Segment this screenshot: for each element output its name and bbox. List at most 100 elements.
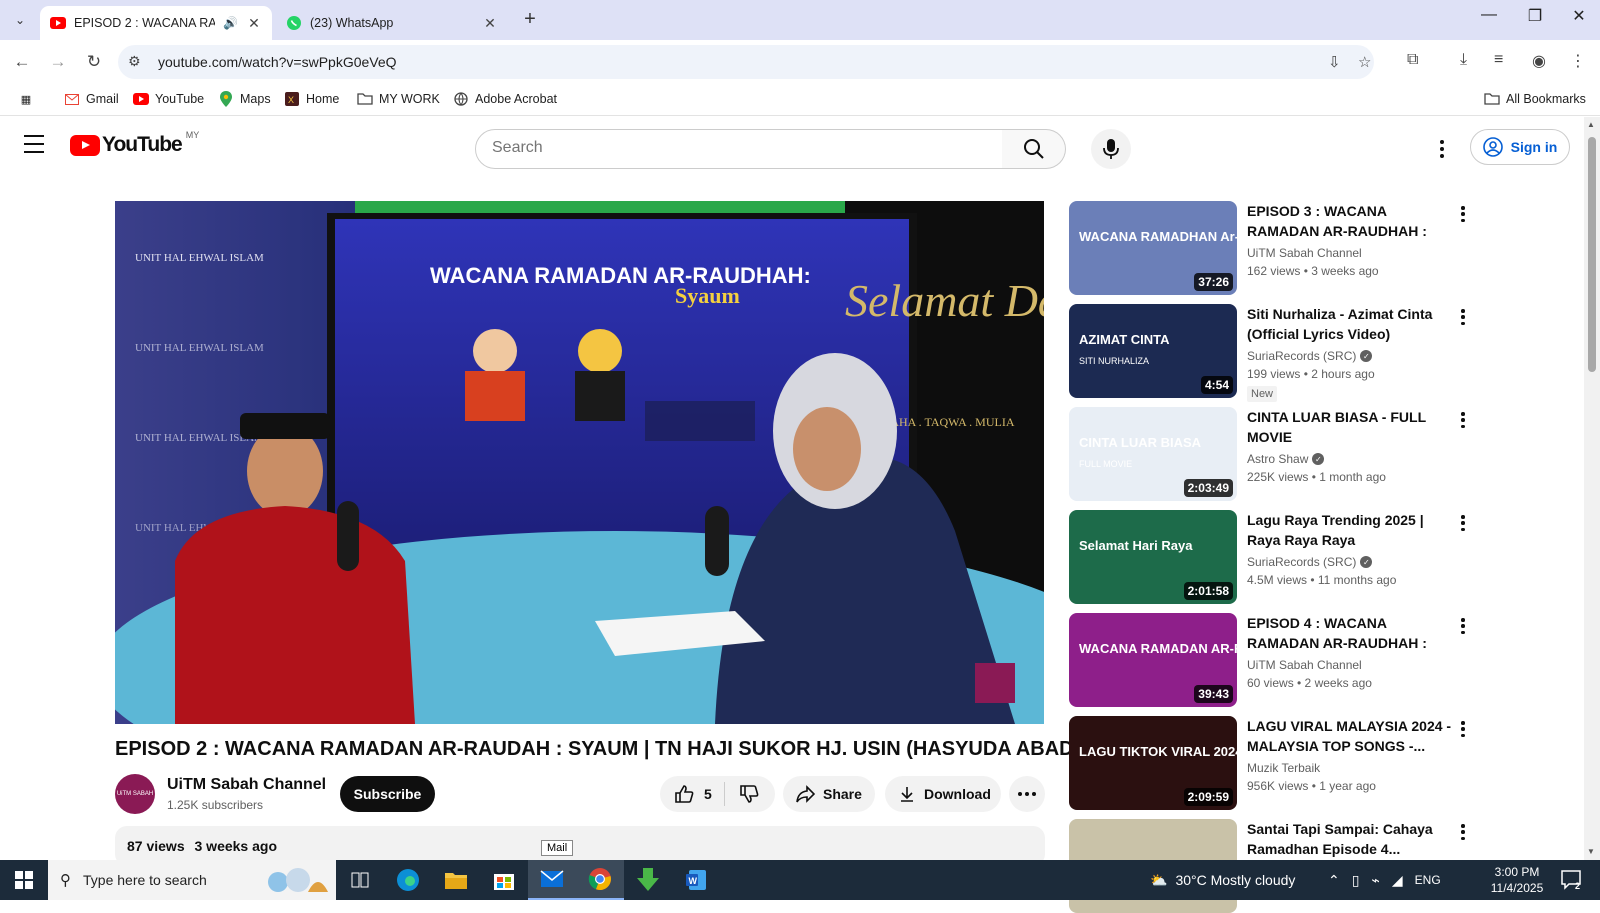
recommendation-menu-icon[interactable] xyxy=(1455,205,1471,223)
sign-in-button[interactable]: Sign in xyxy=(1470,129,1570,165)
chrome-menu-icon[interactable]: ⋮ xyxy=(1570,51,1586,71)
apps-grid-icon[interactable]: ▦ xyxy=(18,91,34,107)
search-button[interactable] xyxy=(1002,129,1066,169)
scroll-down-arrow[interactable]: ▼ xyxy=(1587,847,1595,856)
back-icon[interactable]: ← xyxy=(10,50,34,74)
settings-menu-icon[interactable] xyxy=(1432,137,1452,161)
extensions-icon[interactable]: ⧉ xyxy=(1407,51,1418,69)
edge-browser-icon[interactable] xyxy=(384,860,432,900)
recommendation-thumbnail[interactable]: AZIMAT CINTA SITI NURHALIZA 4:54 xyxy=(1069,304,1237,398)
recommendation-thumbnail[interactable]: Selamat Hari Raya 2:01:58 xyxy=(1069,510,1237,604)
chrome-icon[interactable] xyxy=(576,860,624,900)
minimize-icon[interactable]: — xyxy=(1466,6,1512,24)
bookmark-youtube[interactable]: YouTube xyxy=(133,91,204,107)
recommendation-title[interactable]: CINTA LUAR BIASA - FULL MOVIE xyxy=(1247,407,1453,447)
show-hidden-icons-icon[interactable]: ⌃ xyxy=(1328,872,1340,889)
recommendation-item[interactable]: WACANA RAMADAN AR-RAUDHAH: 39:43 EPISOD 4 … xyxy=(1069,613,1469,707)
recommendation-item[interactable]: CINTA LUAR BIASA FULL MOVIE 2:03:49 CINTA L… xyxy=(1069,407,1469,501)
recommendation-channel[interactable]: SuriaRecords (SRC) ✓ xyxy=(1247,555,1373,569)
site-info-icon[interactable]: ⚙ xyxy=(128,53,141,70)
recommendation-title[interactable]: Lagu Raya Trending 2025 | Raya Raya Raya xyxy=(1247,510,1453,550)
bookmark-gmail[interactable]: Gmail xyxy=(64,91,119,107)
speaker-icon[interactable]: 🔊 xyxy=(223,16,238,30)
install-app-icon[interactable]: ⇩ xyxy=(1328,53,1341,71)
recommendation-item[interactable]: Selamat Hari Raya 2:01:58 Lagu Raya Trendi… xyxy=(1069,510,1469,604)
more-actions-button[interactable] xyxy=(1009,776,1045,812)
bookmark-adobe-acrobat[interactable]: Adobe Acrobat xyxy=(453,91,557,107)
input-language[interactable]: ENG xyxy=(1415,873,1441,887)
recommendation-thumbnail[interactable]: LAGU TIKTOK VIRAL 2024 2:09:59 xyxy=(1069,716,1237,810)
search-field[interactable] xyxy=(475,129,1003,169)
recommendation-menu-icon[interactable] xyxy=(1455,308,1471,326)
all-bookmarks[interactable]: All Bookmarks xyxy=(1484,91,1586,107)
recommendation-channel[interactable]: UiTM Sabah Channel xyxy=(1247,246,1362,260)
recommendation-menu-icon[interactable] xyxy=(1455,514,1471,532)
recommendation-thumbnail[interactable]: WACANA RAMADHAN Ar-Raudhah 37:26 xyxy=(1069,201,1237,295)
new-tab-button[interactable]: + xyxy=(518,8,542,31)
recommendation-menu-icon[interactable] xyxy=(1455,617,1471,635)
recommendation-title[interactable]: EPISOD 3 : WACANA RAMADAN AR-RAUDHAH : A… xyxy=(1247,201,1453,241)
notification-center-icon[interactable]: 2 xyxy=(1560,868,1584,892)
recommendation-menu-icon[interactable] xyxy=(1455,720,1471,738)
recommendation-title[interactable]: EPISOD 4 : WACANA RAMADAN AR-RAUDHAH : R… xyxy=(1247,613,1453,653)
bookmark-maps[interactable]: Maps xyxy=(218,91,271,107)
close-window-icon[interactable]: ✕ xyxy=(1556,6,1600,26)
recommendation-menu-icon[interactable] xyxy=(1455,411,1471,429)
tab-youtube-video[interactable]: EPISOD 2 : WACANA RAMADAN AR-RAUDAH : SY… xyxy=(40,6,272,40)
volume-icon[interactable]: ◢ xyxy=(1392,872,1403,889)
microsoft-store-icon[interactable] xyxy=(480,860,528,900)
recommendation-item[interactable]: WACANA RAMADHAN Ar-Raudhah 37:26 EPISOD 3 … xyxy=(1069,201,1469,295)
recommendation-thumbnail[interactable]: CINTA LUAR BIASA FULL MOVIE 2:03:49 xyxy=(1069,407,1237,501)
recommendation-channel[interactable]: UiTM Sabah Channel xyxy=(1247,658,1362,672)
recommendation-title[interactable]: LAGU VIRAL MALAYSIA 2024 - MALAYSIA TOP … xyxy=(1247,716,1453,756)
recommendation-thumbnail[interactable]: WACANA RAMADAN AR-RAUDHAH: 39:43 xyxy=(1069,613,1237,707)
recommendation-channel[interactable]: Muzik Terbaik xyxy=(1247,761,1320,775)
channel-avatar[interactable]: UiTM SABAH xyxy=(115,774,155,814)
share-button[interactable]: Share xyxy=(783,776,875,812)
recommendation-channel[interactable]: SuriaRecords (SRC) ✓ xyxy=(1247,349,1373,363)
recommendation-channel[interactable]: Astro Shaw ✓ xyxy=(1247,452,1325,466)
task-view-icon[interactable] xyxy=(336,860,384,900)
windows-start-button[interactable] xyxy=(0,860,48,900)
forward-icon[interactable]: → xyxy=(46,50,70,74)
recommendation-item[interactable]: AZIMAT CINTA SITI NURHALIZA 4:54 Siti Nurha… xyxy=(1069,304,1471,402)
device-icon[interactable]: ▯ xyxy=(1352,872,1360,889)
address-bar[interactable]: ⚙ youtube.com/watch?v=swPpkG0eVeQ ⇩ ☆ xyxy=(118,45,1374,79)
scrollbar-thumb[interactable] xyxy=(1588,137,1596,372)
dislike-button[interactable] xyxy=(725,784,773,804)
recommendation-title[interactable]: Siti Nurhaliza - Azimat Cinta (Official … xyxy=(1247,304,1453,344)
tab-search-button[interactable]: ⌄ xyxy=(8,8,32,32)
subscribe-button[interactable]: Subscribe xyxy=(340,776,435,812)
recommendation-item[interactable]: LAGU TIKTOK VIRAL 2024 2:09:59 LAGU VIRAL … xyxy=(1069,716,1469,810)
search-input[interactable] xyxy=(492,139,982,157)
bookmark-my-work[interactable]: MY WORK xyxy=(357,91,440,107)
download-manager-icon[interactable] xyxy=(624,860,672,900)
media-control-icon[interactable]: ≡ xyxy=(1494,51,1503,69)
reload-icon[interactable]: ↻ xyxy=(82,50,106,74)
bookmark-star-icon[interactable]: ☆ xyxy=(1358,53,1371,71)
close-tab-icon[interactable]: ✕ xyxy=(482,15,498,32)
downloads-icon[interactable]: ⤓ xyxy=(1460,51,1467,69)
voice-search-button[interactable] xyxy=(1091,129,1131,169)
scroll-up-arrow[interactable]: ▲ xyxy=(1587,120,1595,129)
profile-icon[interactable]: ◉ xyxy=(1532,51,1546,71)
tab-whatsapp[interactable]: (23) WhatsApp ✕ xyxy=(276,6,508,40)
file-explorer-icon[interactable] xyxy=(432,860,480,900)
url-text[interactable]: youtube.com/watch?v=swPpkG0eVeQ xyxy=(158,54,397,70)
bookmark-home[interactable]: X Home xyxy=(284,91,339,107)
like-button[interactable]: 5 xyxy=(660,782,725,806)
video-player[interactable]: UNIT HAL EHWAL ISLAM UNIT HAL EHWAL ISLA… xyxy=(115,201,1044,724)
maximize-icon[interactable]: ❐ xyxy=(1512,6,1558,26)
download-button[interactable]: Download xyxy=(885,776,1001,812)
word-icon[interactable]: W xyxy=(672,860,720,900)
recommendation-menu-icon[interactable] xyxy=(1455,823,1471,841)
menu-hamburger-icon[interactable] xyxy=(24,135,48,155)
weather-widget[interactable]: ⛅ 30°C Mostly cloudy xyxy=(1150,860,1295,900)
taskbar-search-box[interactable]: ⚲ Type here to search xyxy=(48,860,336,900)
channel-name[interactable]: UiTM Sabah Channel xyxy=(167,776,326,794)
page-scrollbar[interactable]: ▲ ▼ xyxy=(1584,117,1600,860)
recommendation-title[interactable]: Santai Tapi Sampai: Cahaya Ramadhan Epis… xyxy=(1247,819,1453,859)
close-tab-icon[interactable]: ✕ xyxy=(246,15,262,32)
youtube-logo[interactable]: YouTube MY xyxy=(70,130,199,157)
network-icon[interactable]: ⌁ xyxy=(1371,872,1379,889)
